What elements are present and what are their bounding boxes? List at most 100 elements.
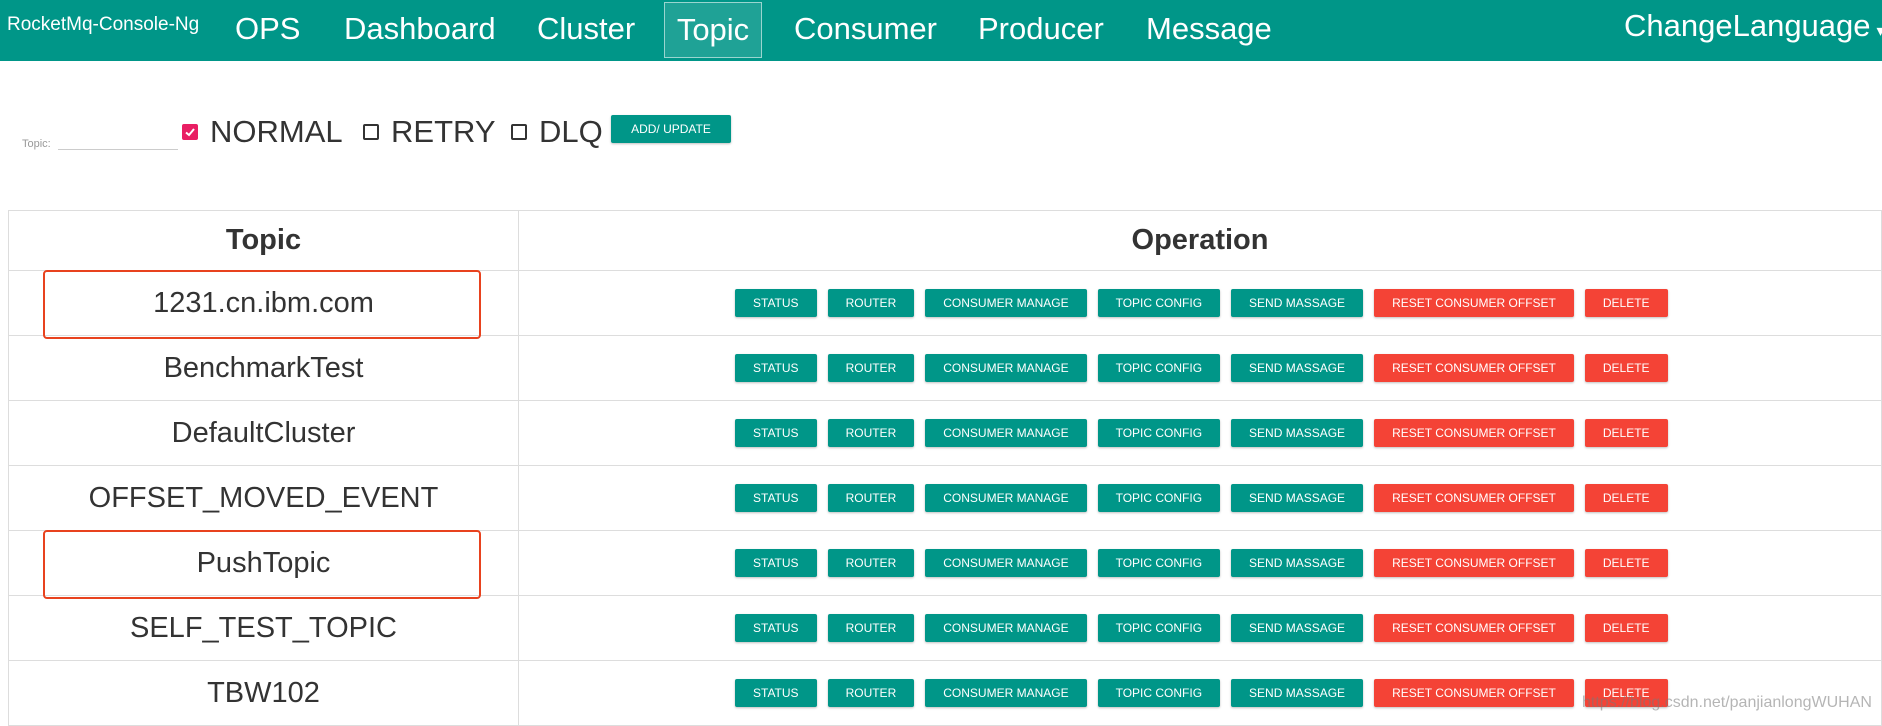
router-button[interactable]: ROUTER <box>827 614 915 642</box>
status-button[interactable]: STATUS <box>735 614 817 642</box>
operation-buttons: STATUS ROUTER CONSUMER MANAGE TOPIC CONFIG S… <box>519 289 1881 317</box>
consumer-manage-button[interactable]: CONSUMER MANAGE <box>925 614 1087 642</box>
operation-cell: STATUS ROUTER CONSUMER MANAGE TOPIC CONFIG S… <box>518 270 1882 336</box>
change-language-menu[interactable]: ChangeLanguage ▾ <box>1624 8 1882 44</box>
change-language-label: ChangeLanguage <box>1624 8 1871 43</box>
add-update-button[interactable]: ADD/ UPDATE <box>611 115 731 143</box>
nav-topic[interactable]: Topic <box>664 2 762 58</box>
status-button[interactable]: STATUS <box>735 484 817 512</box>
router-button[interactable]: ROUTER <box>827 354 915 382</box>
consumer-manage-button[interactable]: CONSUMER MANAGE <box>925 679 1087 707</box>
nav-ops[interactable]: OPS <box>235 10 300 48</box>
reset-consumer-offset-button[interactable]: RESET CONSUMER OFFSET <box>1374 679 1574 707</box>
reset-consumer-offset-button[interactable]: RESET CONSUMER OFFSET <box>1374 549 1574 577</box>
checkbox-checked-icon <box>182 124 198 140</box>
table-row: SELF_TEST_TOPIC STATUS ROUTER CONSUMER MANA… <box>8 595 1882 661</box>
topic-table: Topic Operation 1231.cn.ibm.com STATUS ROU… <box>8 210 1882 726</box>
send-massage-button[interactable]: SEND MASSAGE <box>1231 679 1364 707</box>
operation-cell: STATUS ROUTER CONSUMER MANAGE TOPIC CONFIG S… <box>518 530 1882 596</box>
watermark: https://blog.csdn.net/panjianlongWUHAN <box>1582 694 1872 711</box>
table-row: 1231.cn.ibm.com STATUS ROUTER CONSUMER MANA… <box>8 270 1882 336</box>
dlq-checkbox-label: DLQ <box>539 114 603 149</box>
topic-column-header: Topic <box>8 210 519 271</box>
operation-cell: STATUS ROUTER CONSUMER MANAGE TOPIC CONFIG S… <box>518 335 1882 401</box>
topic-config-button[interactable]: TOPIC CONFIG <box>1097 419 1221 447</box>
consumer-manage-button[interactable]: CONSUMER MANAGE <box>925 354 1087 382</box>
topic-config-button[interactable]: TOPIC CONFIG <box>1097 289 1221 317</box>
delete-button[interactable]: DELETE <box>1584 354 1668 382</box>
operation-column-header: Operation <box>518 210 1882 271</box>
send-massage-button[interactable]: SEND MASSAGE <box>1231 484 1364 512</box>
topic-config-button[interactable]: TOPIC CONFIG <box>1097 614 1221 642</box>
normal-checkbox[interactable]: NORMAL <box>182 114 343 150</box>
topic-name-cell: BenchmarkTest <box>8 335 519 401</box>
operation-buttons: STATUS ROUTER CONSUMER MANAGE TOPIC CONFIG S… <box>519 549 1881 577</box>
router-button[interactable]: ROUTER <box>827 484 915 512</box>
checkbox-empty-icon <box>511 124 527 140</box>
operation-buttons: STATUS ROUTER CONSUMER MANAGE TOPIC CONFIG S… <box>519 419 1881 447</box>
nav-consumer[interactable]: Consumer <box>794 10 937 48</box>
operation-cell: STATUS ROUTER CONSUMER MANAGE TOPIC CONFIG S… <box>518 465 1882 531</box>
topic-filter-label: Topic: <box>22 138 51 150</box>
topic-name-cell: PushTopic <box>8 530 519 596</box>
topic-name-cell: DefaultCluster <box>8 400 519 466</box>
delete-button[interactable]: DELETE <box>1584 549 1668 577</box>
brand-title[interactable]: RocketMq-Console-Ng <box>7 14 199 36</box>
reset-consumer-offset-button[interactable]: RESET CONSUMER OFFSET <box>1374 614 1574 642</box>
operation-buttons: STATUS ROUTER CONSUMER MANAGE TOPIC CONFIG S… <box>519 354 1881 382</box>
send-massage-button[interactable]: SEND MASSAGE <box>1231 549 1364 577</box>
status-button[interactable]: STATUS <box>735 289 817 317</box>
send-massage-button[interactable]: SEND MASSAGE <box>1231 289 1364 317</box>
table-row: TBW102 STATUS ROUTER CONSUMER MANAGE TOPIC C… <box>8 660 1882 726</box>
delete-button[interactable]: DELETE <box>1584 614 1668 642</box>
topic-filter-input[interactable] <box>58 126 178 150</box>
consumer-manage-button[interactable]: CONSUMER MANAGE <box>925 549 1087 577</box>
topic-name-cell: SELF_TEST_TOPIC <box>8 595 519 661</box>
consumer-manage-button[interactable]: CONSUMER MANAGE <box>925 484 1087 512</box>
table-row: DefaultCluster STATUS ROUTER CONSUMER MANAG… <box>8 400 1882 466</box>
retry-checkbox[interactable]: RETRY <box>363 114 496 150</box>
send-massage-button[interactable]: SEND MASSAGE <box>1231 419 1364 447</box>
status-button[interactable]: STATUS <box>735 549 817 577</box>
delete-button[interactable]: DELETE <box>1584 289 1668 317</box>
operation-cell: STATUS ROUTER CONSUMER MANAGE TOPIC CONFIG S… <box>518 660 1882 726</box>
topic-config-button[interactable]: TOPIC CONFIG <box>1097 679 1221 707</box>
operation-buttons: STATUS ROUTER CONSUMER MANAGE TOPIC CONFIG S… <box>519 614 1881 642</box>
topic-name-cell: OFFSET_MOVED_EVENT <box>8 465 519 531</box>
dlq-checkbox[interactable]: DLQ <box>511 114 603 150</box>
operation-buttons: STATUS ROUTER CONSUMER MANAGE TOPIC CONFIG S… <box>519 484 1881 512</box>
reset-consumer-offset-button[interactable]: RESET CONSUMER OFFSET <box>1374 419 1574 447</box>
nav-dashboard[interactable]: Dashboard <box>344 10 496 48</box>
delete-button[interactable]: DELETE <box>1584 484 1668 512</box>
top-navbar: RocketMq-Console-Ng OPS Dashboard Cluste… <box>0 0 1882 61</box>
nav-producer[interactable]: Producer <box>978 10 1104 48</box>
normal-checkbox-label: NORMAL <box>210 114 343 149</box>
nav-message[interactable]: Message <box>1146 10 1272 48</box>
reset-consumer-offset-button[interactable]: RESET CONSUMER OFFSET <box>1374 289 1574 317</box>
status-button[interactable]: STATUS <box>735 354 817 382</box>
consumer-manage-button[interactable]: CONSUMER MANAGE <box>925 419 1087 447</box>
table-row: PushTopic STATUS ROUTER CONSUMER MANAGE TOPI… <box>8 530 1882 596</box>
reset-consumer-offset-button[interactable]: RESET CONSUMER OFFSET <box>1374 484 1574 512</box>
reset-consumer-offset-button[interactable]: RESET CONSUMER OFFSET <box>1374 354 1574 382</box>
router-button[interactable]: ROUTER <box>827 679 915 707</box>
topic-config-button[interactable]: TOPIC CONFIG <box>1097 549 1221 577</box>
status-button[interactable]: STATUS <box>735 679 817 707</box>
topic-config-button[interactable]: TOPIC CONFIG <box>1097 354 1221 382</box>
operation-cell: STATUS ROUTER CONSUMER MANAGE TOPIC CONFIG S… <box>518 595 1882 661</box>
send-massage-button[interactable]: SEND MASSAGE <box>1231 614 1364 642</box>
send-massage-button[interactable]: SEND MASSAGE <box>1231 354 1364 382</box>
checkbox-empty-icon <box>363 124 379 140</box>
table-row: BenchmarkTest STATUS ROUTER CONSUMER MANAGE… <box>8 335 1882 401</box>
caret-down-icon: ▾ <box>1876 23 1882 40</box>
router-button[interactable]: ROUTER <box>827 289 915 317</box>
router-button[interactable]: ROUTER <box>827 549 915 577</box>
router-button[interactable]: ROUTER <box>827 419 915 447</box>
consumer-manage-button[interactable]: CONSUMER MANAGE <box>925 289 1087 317</box>
topic-name-cell: TBW102 <box>8 660 519 726</box>
topic-config-button[interactable]: TOPIC CONFIG <box>1097 484 1221 512</box>
nav-cluster[interactable]: Cluster <box>537 10 635 48</box>
table-row: OFFSET_MOVED_EVENT STATUS ROUTER CONSUMER M… <box>8 465 1882 531</box>
delete-button[interactable]: DELETE <box>1584 419 1668 447</box>
status-button[interactable]: STATUS <box>735 419 817 447</box>
